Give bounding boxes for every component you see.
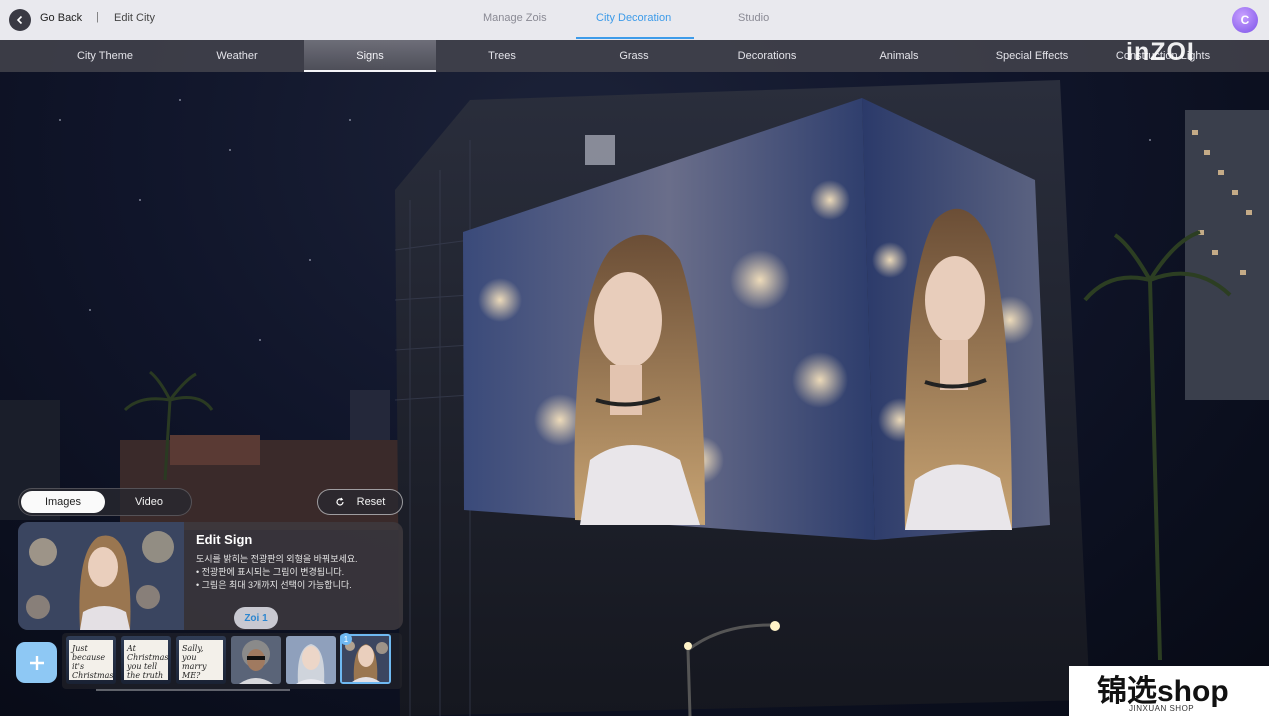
reset-button[interactable]: Reset — [317, 489, 403, 515]
breadcrumb-separator: | — [96, 11, 99, 23]
thumbnail-note-text: Sally, you marry ME? — [179, 640, 223, 680]
selected-sign-preview — [18, 522, 184, 630]
portrait-thumbnail-image — [231, 636, 281, 684]
inzoi-logo: inZOI — [1126, 38, 1195, 66]
reset-label: Reset — [356, 496, 386, 508]
edit-sign-line: 도시를 밝히는 전광판의 외형을 바꿔보세요. — [196, 554, 358, 564]
category-trees[interactable]: Trees — [436, 40, 568, 72]
active-tab-underline — [576, 37, 694, 39]
profile-initial: C — [1240, 13, 1250, 27]
go-back-button[interactable] — [9, 9, 31, 31]
category-animals[interactable]: Animals — [833, 40, 965, 72]
toggle-video[interactable]: Video — [107, 491, 191, 513]
sign-thumbnail[interactable]: Sally, you marry ME? — [176, 636, 226, 684]
media-type-toggle: Images Video — [18, 488, 192, 516]
edit-sign-line: • 그림은 최대 3개까지 선택이 가능합니다. — [196, 580, 352, 590]
sign-thumbnail[interactable]: At Christmas you tell the truth — [121, 636, 171, 684]
refresh-icon — [336, 497, 344, 506]
category-grass[interactable]: Grass — [568, 40, 700, 72]
category-city-theme[interactable]: City Theme — [39, 40, 171, 72]
portrait-thumbnail-image — [286, 636, 336, 684]
tab-manage-zois[interactable]: Manage Zois — [483, 12, 547, 24]
profile-avatar[interactable]: C — [1232, 7, 1258, 33]
shop-watermark: 锦选shop JINXUAN SHOP — [1069, 666, 1269, 716]
plus-icon — [29, 655, 44, 670]
category-weather[interactable]: Weather — [171, 40, 303, 72]
edit-sign-card: Edit Sign 도시를 밝히는 전광판의 외형을 바꿔보세요. • 전광판에… — [18, 522, 403, 630]
chevron-left-icon — [16, 15, 23, 25]
thumbnail-scrollbar[interactable] — [96, 689, 290, 691]
sign-thumbnail[interactable]: Just because it's Christmas... — [66, 636, 116, 684]
edit-sign-title: Edit Sign — [196, 532, 253, 547]
thumbnail-note-text: At Christmas you tell the truth — [124, 640, 168, 680]
selection-count-badge: 1 — [340, 633, 352, 645]
decoration-category-bar: City Theme Weather Signs Trees Grass Dec… — [0, 40, 1269, 72]
thumbnail-note-text: Just because it's Christmas... — [69, 640, 113, 680]
toggle-images[interactable]: Images — [21, 491, 105, 513]
edit-sign-line: • 전광판에 표시되는 그림이 변경됩니다. — [196, 567, 345, 577]
edit-city-breadcrumb[interactable]: Edit City — [114, 12, 155, 24]
edit-sign-description: 도시를 밝히는 전광판의 외형을 바꿔보세요. • 전광판에 표시되는 그림이 … — [196, 553, 358, 592]
category-special-effects[interactable]: Special Effects — [966, 40, 1098, 72]
sign-thumbnail[interactable] — [286, 636, 336, 684]
add-image-button[interactable] — [16, 642, 57, 683]
top-navigation-bar: Go Back | Edit City Manage Zois City Dec… — [0, 0, 1269, 40]
category-decorations[interactable]: Decorations — [701, 40, 833, 72]
sign-thumbnail[interactable] — [231, 636, 281, 684]
tab-city-decoration[interactable]: City Decoration — [596, 12, 671, 24]
tab-studio[interactable]: Studio — [738, 12, 769, 24]
go-back-label[interactable]: Go Back — [40, 12, 82, 24]
watermark-subtitle: JINXUAN SHOP — [1129, 704, 1195, 713]
zoi-tag: Zoi 1 — [234, 607, 278, 629]
category-signs[interactable]: Signs — [304, 40, 436, 72]
